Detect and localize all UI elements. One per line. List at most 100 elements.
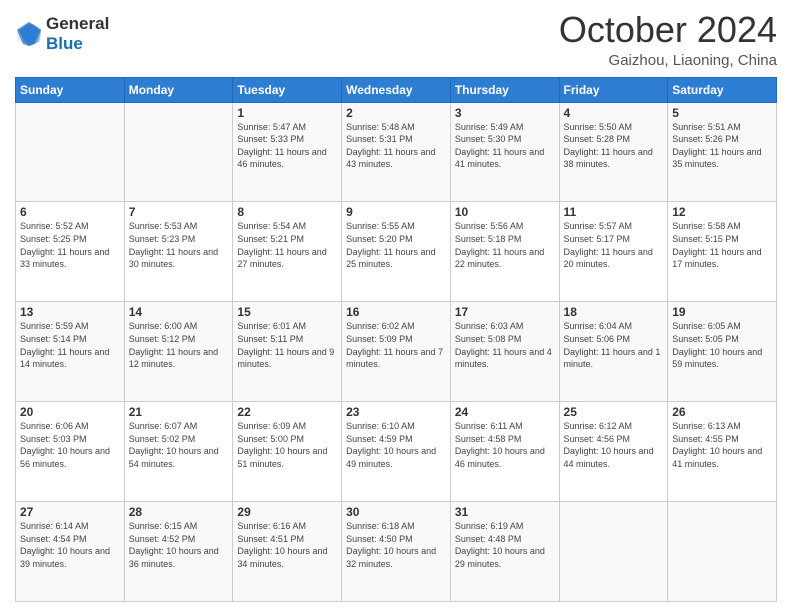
- calendar-cell: 10Sunrise: 5:56 AMSunset: 5:18 PMDayligh…: [450, 202, 559, 302]
- calendar-table: SundayMondayTuesdayWednesdayThursdayFrid…: [15, 77, 777, 602]
- calendar-cell: [124, 102, 233, 202]
- day-info: Sunrise: 6:04 AMSunset: 5:06 PMDaylight:…: [564, 320, 664, 370]
- calendar-cell: 29Sunrise: 6:16 AMSunset: 4:51 PMDayligh…: [233, 502, 342, 602]
- calendar-cell: 15Sunrise: 6:01 AMSunset: 5:11 PMDayligh…: [233, 302, 342, 402]
- weekday-header-row: SundayMondayTuesdayWednesdayThursdayFrid…: [16, 77, 777, 102]
- calendar-cell: 30Sunrise: 6:18 AMSunset: 4:50 PMDayligh…: [342, 502, 451, 602]
- calendar-cell: 28Sunrise: 6:15 AMSunset: 4:52 PMDayligh…: [124, 502, 233, 602]
- day-info: Sunrise: 6:13 AMSunset: 4:55 PMDaylight:…: [672, 420, 772, 470]
- day-number: 7: [129, 205, 229, 219]
- day-number: 21: [129, 405, 229, 419]
- day-number: 9: [346, 205, 446, 219]
- day-number: 11: [564, 205, 664, 219]
- day-info: Sunrise: 6:09 AMSunset: 5:00 PMDaylight:…: [237, 420, 337, 470]
- page: General Blue October 2024 Gaizhou, Liaon…: [0, 0, 792, 612]
- day-number: 28: [129, 505, 229, 519]
- day-number: 20: [20, 405, 120, 419]
- day-number: 5: [672, 106, 772, 120]
- calendar-cell: 23Sunrise: 6:10 AMSunset: 4:59 PMDayligh…: [342, 402, 451, 502]
- day-number: 14: [129, 305, 229, 319]
- weekday-header-sunday: Sunday: [16, 77, 125, 102]
- weekday-header-tuesday: Tuesday: [233, 77, 342, 102]
- day-info: Sunrise: 5:56 AMSunset: 5:18 PMDaylight:…: [455, 220, 555, 270]
- day-info: Sunrise: 6:03 AMSunset: 5:08 PMDaylight:…: [455, 320, 555, 370]
- day-info: Sunrise: 6:07 AMSunset: 5:02 PMDaylight:…: [129, 420, 229, 470]
- calendar-cell: 25Sunrise: 6:12 AMSunset: 4:56 PMDayligh…: [559, 402, 668, 502]
- calendar-week-row: 1Sunrise: 5:47 AMSunset: 5:33 PMDaylight…: [16, 102, 777, 202]
- day-info: Sunrise: 6:19 AMSunset: 4:48 PMDaylight:…: [455, 520, 555, 570]
- calendar-cell: 16Sunrise: 6:02 AMSunset: 5:09 PMDayligh…: [342, 302, 451, 402]
- day-number: 15: [237, 305, 337, 319]
- weekday-header-wednesday: Wednesday: [342, 77, 451, 102]
- day-info: Sunrise: 5:48 AMSunset: 5:31 PMDaylight:…: [346, 121, 446, 171]
- calendar-cell: 19Sunrise: 6:05 AMSunset: 5:05 PMDayligh…: [668, 302, 777, 402]
- day-number: 16: [346, 305, 446, 319]
- day-number: 29: [237, 505, 337, 519]
- calendar-week-row: 27Sunrise: 6:14 AMSunset: 4:54 PMDayligh…: [16, 502, 777, 602]
- calendar-cell: 9Sunrise: 5:55 AMSunset: 5:20 PMDaylight…: [342, 202, 451, 302]
- day-info: Sunrise: 6:10 AMSunset: 4:59 PMDaylight:…: [346, 420, 446, 470]
- calendar-cell: 5Sunrise: 5:51 AMSunset: 5:26 PMDaylight…: [668, 102, 777, 202]
- day-info: Sunrise: 5:47 AMSunset: 5:33 PMDaylight:…: [237, 121, 337, 171]
- day-number: 31: [455, 505, 555, 519]
- day-info: Sunrise: 6:15 AMSunset: 4:52 PMDaylight:…: [129, 520, 229, 570]
- day-number: 24: [455, 405, 555, 419]
- logo-blue: Blue: [46, 34, 109, 54]
- weekday-header-monday: Monday: [124, 77, 233, 102]
- calendar-cell: 12Sunrise: 5:58 AMSunset: 5:15 PMDayligh…: [668, 202, 777, 302]
- calendar-week-row: 13Sunrise: 5:59 AMSunset: 5:14 PMDayligh…: [16, 302, 777, 402]
- day-info: Sunrise: 6:16 AMSunset: 4:51 PMDaylight:…: [237, 520, 337, 570]
- day-number: 13: [20, 305, 120, 319]
- day-number: 1: [237, 106, 337, 120]
- calendar-week-row: 6Sunrise: 5:52 AMSunset: 5:25 PMDaylight…: [16, 202, 777, 302]
- month-title: October 2024: [559, 10, 777, 50]
- calendar-cell: 6Sunrise: 5:52 AMSunset: 5:25 PMDaylight…: [16, 202, 125, 302]
- calendar-cell: 8Sunrise: 5:54 AMSunset: 5:21 PMDaylight…: [233, 202, 342, 302]
- calendar-cell: 2Sunrise: 5:48 AMSunset: 5:31 PMDaylight…: [342, 102, 451, 202]
- day-info: Sunrise: 5:58 AMSunset: 5:15 PMDaylight:…: [672, 220, 772, 270]
- calendar-cell: 26Sunrise: 6:13 AMSunset: 4:55 PMDayligh…: [668, 402, 777, 502]
- calendar-cell: 20Sunrise: 6:06 AMSunset: 5:03 PMDayligh…: [16, 402, 125, 502]
- day-number: 10: [455, 205, 555, 219]
- day-number: 22: [237, 405, 337, 419]
- location: Gaizhou, Liaoning, China: [559, 52, 777, 69]
- weekday-header-thursday: Thursday: [450, 77, 559, 102]
- day-number: 26: [672, 405, 772, 419]
- day-info: Sunrise: 6:01 AMSunset: 5:11 PMDaylight:…: [237, 320, 337, 370]
- day-info: Sunrise: 5:59 AMSunset: 5:14 PMDaylight:…: [20, 320, 120, 370]
- calendar-cell: 22Sunrise: 6:09 AMSunset: 5:00 PMDayligh…: [233, 402, 342, 502]
- calendar-cell: 14Sunrise: 6:00 AMSunset: 5:12 PMDayligh…: [124, 302, 233, 402]
- calendar-cell: 7Sunrise: 5:53 AMSunset: 5:23 PMDaylight…: [124, 202, 233, 302]
- calendar-week-row: 20Sunrise: 6:06 AMSunset: 5:03 PMDayligh…: [16, 402, 777, 502]
- day-info: Sunrise: 5:52 AMSunset: 5:25 PMDaylight:…: [20, 220, 120, 270]
- calendar-cell: [16, 102, 125, 202]
- calendar-cell: 21Sunrise: 6:07 AMSunset: 5:02 PMDayligh…: [124, 402, 233, 502]
- day-info: Sunrise: 5:51 AMSunset: 5:26 PMDaylight:…: [672, 121, 772, 171]
- header: General Blue October 2024 Gaizhou, Liaon…: [15, 10, 777, 69]
- calendar-cell: [668, 502, 777, 602]
- day-info: Sunrise: 6:18 AMSunset: 4:50 PMDaylight:…: [346, 520, 446, 570]
- day-info: Sunrise: 5:49 AMSunset: 5:30 PMDaylight:…: [455, 121, 555, 171]
- day-info: Sunrise: 6:11 AMSunset: 4:58 PMDaylight:…: [455, 420, 555, 470]
- day-number: 3: [455, 106, 555, 120]
- weekday-header-saturday: Saturday: [668, 77, 777, 102]
- calendar-cell: 1Sunrise: 5:47 AMSunset: 5:33 PMDaylight…: [233, 102, 342, 202]
- day-info: Sunrise: 5:53 AMSunset: 5:23 PMDaylight:…: [129, 220, 229, 270]
- day-number: 30: [346, 505, 446, 519]
- calendar-cell: 3Sunrise: 5:49 AMSunset: 5:30 PMDaylight…: [450, 102, 559, 202]
- title-section: October 2024 Gaizhou, Liaoning, China: [559, 10, 777, 69]
- calendar-cell: 17Sunrise: 6:03 AMSunset: 5:08 PMDayligh…: [450, 302, 559, 402]
- day-number: 19: [672, 305, 772, 319]
- calendar-cell: 11Sunrise: 5:57 AMSunset: 5:17 PMDayligh…: [559, 202, 668, 302]
- day-info: Sunrise: 5:54 AMSunset: 5:21 PMDaylight:…: [237, 220, 337, 270]
- day-number: 4: [564, 106, 664, 120]
- logo-icon: [15, 20, 43, 48]
- day-info: Sunrise: 5:55 AMSunset: 5:20 PMDaylight:…: [346, 220, 446, 270]
- calendar-cell: 18Sunrise: 6:04 AMSunset: 5:06 PMDayligh…: [559, 302, 668, 402]
- day-number: 18: [564, 305, 664, 319]
- day-info: Sunrise: 5:57 AMSunset: 5:17 PMDaylight:…: [564, 220, 664, 270]
- calendar-cell: 31Sunrise: 6:19 AMSunset: 4:48 PMDayligh…: [450, 502, 559, 602]
- day-info: Sunrise: 6:06 AMSunset: 5:03 PMDaylight:…: [20, 420, 120, 470]
- logo-text: General Blue: [46, 14, 109, 53]
- day-number: 17: [455, 305, 555, 319]
